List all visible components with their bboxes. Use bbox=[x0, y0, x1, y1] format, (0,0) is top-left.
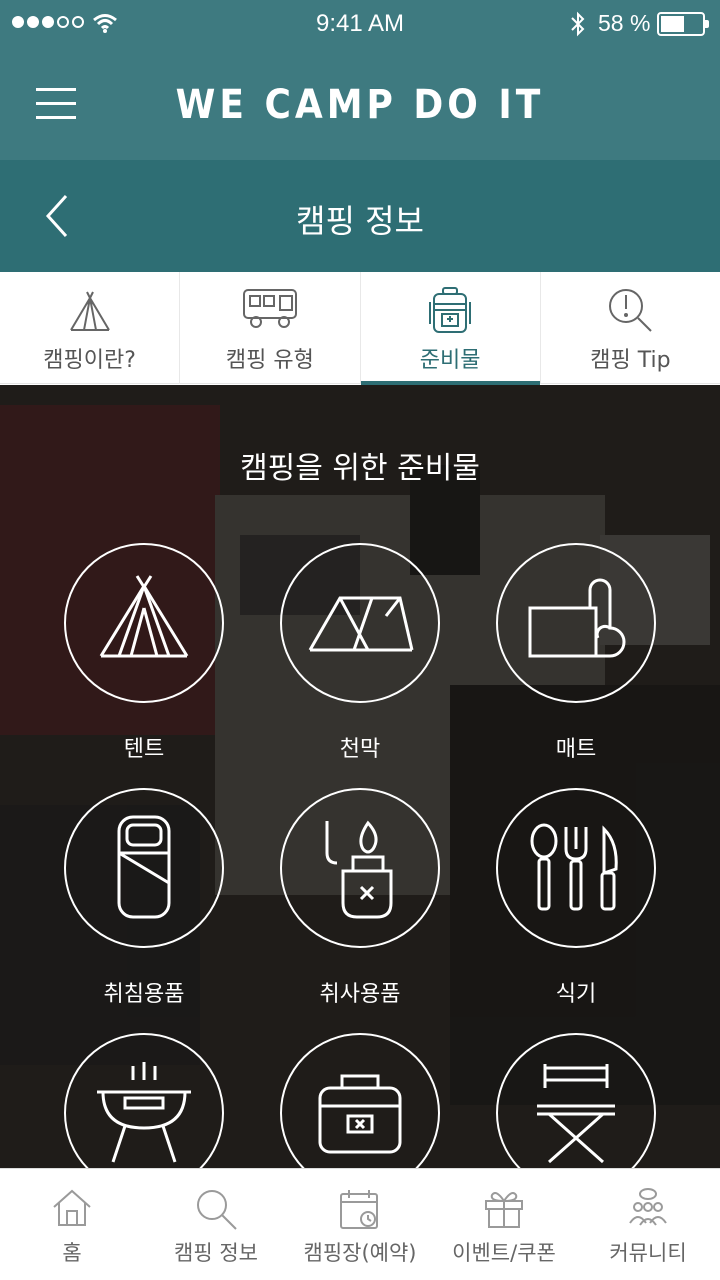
bottom-navigation: 홈 캠핑 정보 캠핑장(예약) 이벤트/쿠폰 커뮤니티 bbox=[0, 1168, 720, 1280]
bluetooth-icon bbox=[571, 11, 585, 37]
gear-label: 텐트 bbox=[123, 737, 165, 762]
tab-label: 캠핑 유형 bbox=[225, 348, 314, 373]
gift-icon bbox=[485, 1192, 523, 1228]
tab-label: 준비물 bbox=[419, 348, 481, 373]
tab-what-is-camping[interactable]: 캠핑이란? bbox=[0, 272, 181, 384]
status-bar: 9:41 AM 58 % bbox=[0, 0, 720, 48]
nav-label: 캠핑 정보 bbox=[174, 1241, 258, 1265]
nav-label: 홈 bbox=[62, 1241, 82, 1265]
nav-community[interactable]: 커뮤니티 bbox=[576, 1169, 720, 1280]
tab-label: 캠핑이란? bbox=[43, 348, 136, 373]
sub-header: 캠핑 정보 bbox=[0, 160, 720, 272]
tab-camping-types[interactable]: 캠핑 유형 bbox=[180, 272, 361, 384]
gear-cooler[interactable] bbox=[280, 1033, 440, 1168]
app-bar: WE CAMP DO IT bbox=[0, 48, 720, 160]
gear-chair[interactable] bbox=[496, 1033, 656, 1168]
gear-tent[interactable]: 텐트 bbox=[64, 543, 224, 762]
nav-camping-info[interactable]: 캠핑 정보 bbox=[144, 1169, 288, 1280]
gear-label: 매트 bbox=[555, 737, 597, 762]
camper-van-icon bbox=[242, 289, 297, 328]
gear-canopy[interactable]: 천막 bbox=[280, 543, 440, 762]
gear-grill[interactable] bbox=[64, 1033, 224, 1168]
tab-supplies[interactable]: 준비물 bbox=[360, 272, 541, 385]
battery-icon bbox=[657, 12, 709, 36]
gear-label: 천막 bbox=[339, 737, 381, 762]
nav-home[interactable]: 홈 bbox=[0, 1169, 144, 1280]
gear-label: 취사용품 bbox=[319, 982, 401, 1007]
calendar-icon bbox=[340, 1190, 378, 1229]
page-title: 캠핑 정보 bbox=[296, 202, 424, 240]
battery-percent: 58 % bbox=[598, 10, 651, 36]
grill-icon bbox=[97, 1062, 191, 1163]
nav-label: 캠핑장(예약) bbox=[303, 1241, 417, 1265]
mat-icon bbox=[528, 578, 626, 658]
tent-icon bbox=[99, 575, 189, 658]
sleeping-bag-icon bbox=[117, 815, 171, 919]
backpack-icon bbox=[429, 287, 472, 333]
section-title: 캠핑을 위한 준비물 bbox=[240, 451, 480, 486]
teepee-icon bbox=[69, 291, 110, 331]
category-tabs: 캠핑이란? 캠핑 유형 준비물 캠핑 Tip bbox=[0, 272, 720, 385]
cutlery-icon bbox=[530, 823, 618, 911]
canopy-icon bbox=[308, 596, 414, 652]
supplies-section: 캠핑을 위한 준비물 텐트 천막 매트 취침용품 취사용품 식기 bbox=[0, 385, 720, 1168]
gear-label: 식기 bbox=[555, 982, 597, 1007]
cooler-icon bbox=[318, 1074, 402, 1154]
gear-cooking[interactable]: 취사용품 bbox=[280, 788, 440, 1007]
nav-campsite-reservation[interactable]: 캠핑장(예약) bbox=[288, 1169, 432, 1280]
tab-camping-tip[interactable]: 캠핑 Tip bbox=[541, 272, 720, 384]
home-icon bbox=[53, 1189, 91, 1226]
nav-label: 커뮤니티 bbox=[609, 1241, 687, 1265]
tab-label: 캠핑 Tip bbox=[590, 348, 671, 373]
nav-label: 이벤트/쿠폰 bbox=[452, 1241, 556, 1265]
search-icon bbox=[197, 1190, 237, 1230]
tip-magnifier-icon bbox=[609, 289, 653, 332]
gear-sleeping[interactable]: 취침용품 bbox=[64, 788, 224, 1007]
app-title: WE CAMP DO IT bbox=[175, 82, 545, 128]
nav-events-coupons[interactable]: 이벤트/쿠폰 bbox=[432, 1169, 576, 1280]
gear-label: 취침용품 bbox=[103, 982, 185, 1007]
lighter-icon bbox=[325, 820, 393, 919]
community-icon bbox=[629, 1188, 667, 1226]
camp-chair-icon bbox=[537, 1064, 615, 1164]
gear-dishes[interactable]: 식기 bbox=[496, 788, 656, 1007]
gear-mat[interactable]: 매트 bbox=[496, 543, 656, 762]
